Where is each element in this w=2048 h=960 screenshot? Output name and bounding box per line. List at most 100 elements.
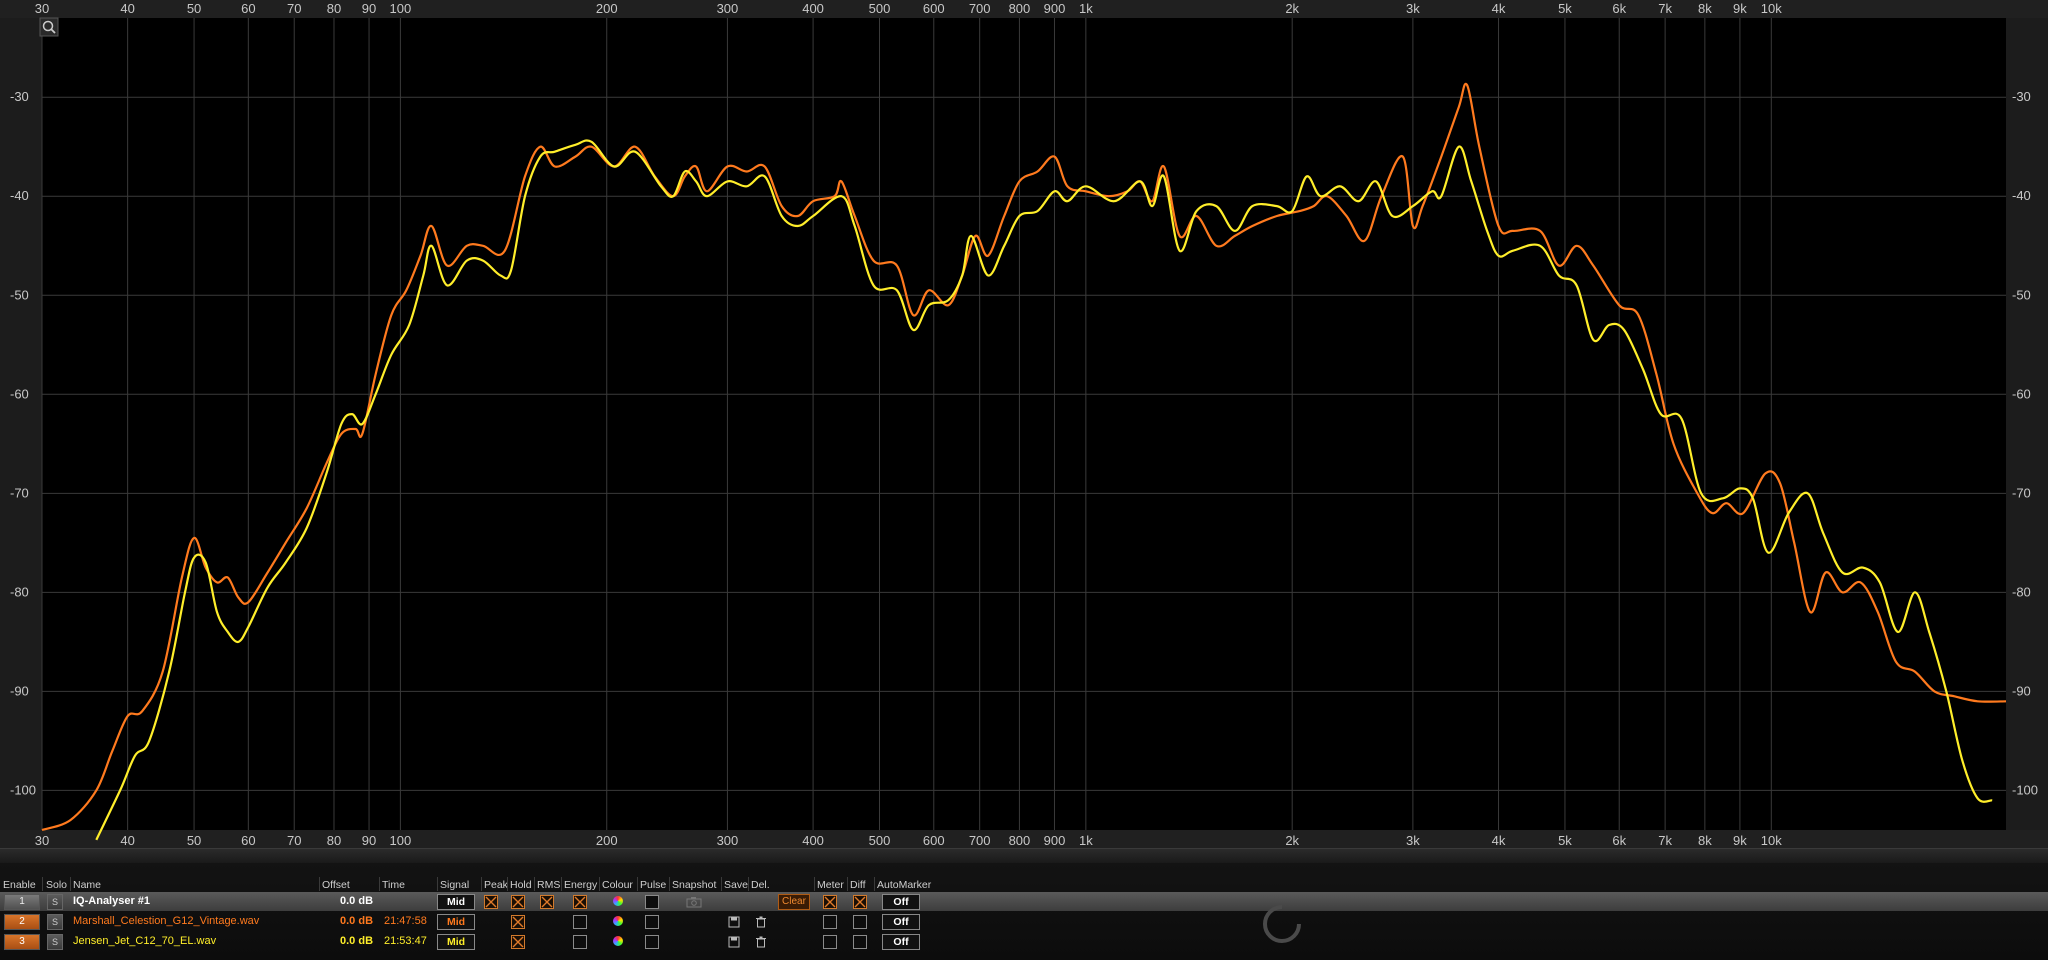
x-tick-label-bottom: 8k <box>1698 833 1712 848</box>
track-name[interactable]: Marshall_Celestion_G12_Vintage.wav <box>73 912 259 931</box>
camera-icon[interactable] <box>686 895 702 908</box>
automarker-button[interactable]: Off <box>882 934 920 950</box>
header-divider <box>637 877 638 891</box>
header-hold: Hold <box>510 879 532 891</box>
header-divider <box>561 877 562 891</box>
colour-picker-icon[interactable] <box>613 896 623 906</box>
header-meter: Meter <box>817 879 844 891</box>
plot-area <box>42 18 2006 830</box>
header-automarker: AutoMarker <box>877 879 932 891</box>
track-name[interactable]: Jensen_Jet_C12_70_EL.wav <box>73 932 216 951</box>
x-tick-label-bottom: 30 <box>35 833 49 848</box>
header-divider <box>847 877 848 891</box>
left-axis-bar <box>0 18 42 830</box>
x-tick-label-bottom: 9k <box>1733 833 1747 848</box>
diff-checkbox[interactable] <box>853 895 867 909</box>
track-row-1[interactable]: 1 S IQ-Analyser #1 0.0 dB Mid Clear Off <box>0 892 2048 911</box>
x-tick-label-bottom: 2k <box>1285 833 1299 848</box>
track-row-3[interactable]: 3 S Jensen_Jet_C12_70_EL.wav 0.0 dB 21:5… <box>0 932 2048 951</box>
header-divider <box>669 877 670 891</box>
energy-checkbox[interactable] <box>573 915 587 929</box>
x-tick-label-bottom: 80 <box>327 833 341 848</box>
x-tick-label-bottom: 800 <box>1009 833 1031 848</box>
header-diff: Diff <box>850 879 866 891</box>
x-tick-label-top: 9k <box>1733 1 1747 16</box>
peak-checkbox[interactable] <box>484 895 498 909</box>
offset-value[interactable]: 0.0 dB <box>340 892 373 911</box>
energy-checkbox[interactable] <box>573 935 587 949</box>
x-tick-label-bottom: 6k <box>1612 833 1626 848</box>
hold-checkbox[interactable] <box>511 935 525 949</box>
header-divider <box>507 877 508 891</box>
panel-scroll-strip[interactable] <box>0 848 2048 863</box>
enable-button[interactable]: 3 <box>4 934 40 950</box>
header-energy: Energy <box>564 879 598 891</box>
x-tick-label-top: 90 <box>362 1 376 16</box>
x-tick-label-top: 1k <box>1079 1 1093 16</box>
hold-checkbox[interactable] <box>511 915 525 929</box>
hold-checkbox[interactable] <box>511 895 525 909</box>
automarker-button[interactable]: Off <box>882 914 920 930</box>
header-divider <box>70 877 71 891</box>
diff-checkbox[interactable] <box>853 915 867 929</box>
enable-button[interactable]: 1 <box>4 894 40 910</box>
time-value: 21:53:47 <box>384 935 427 947</box>
x-tick-label-bottom: 7k <box>1658 833 1672 848</box>
meter-checkbox[interactable] <box>823 895 837 909</box>
meter-checkbox[interactable] <box>823 915 837 929</box>
right-axis-bar <box>2006 18 2048 830</box>
x-tick-label-bottom: 400 <box>802 833 824 848</box>
colour-picker-icon[interactable] <box>613 916 623 926</box>
pulse-checkbox[interactable] <box>645 915 659 929</box>
energy-checkbox[interactable] <box>573 895 587 909</box>
trash-icon[interactable] <box>755 935 767 948</box>
y-tick-label-left: -100 <box>10 782 36 797</box>
x-tick-label-top: 700 <box>969 1 991 16</box>
pulse-checkbox[interactable] <box>645 895 659 909</box>
meter-checkbox[interactable] <box>823 935 837 949</box>
x-tick-label-top: 500 <box>869 1 891 16</box>
y-tick-label-right: -100 <box>2012 782 2038 797</box>
offset-value[interactable]: 0.0 dB <box>340 912 373 931</box>
x-tick-label-bottom: 10k <box>1761 833 1782 848</box>
x-tick-label-top: 40 <box>120 1 134 16</box>
save-icon[interactable] <box>728 935 740 948</box>
track-name[interactable]: IQ-Analyser #1 <box>73 892 150 911</box>
zoom-icon[interactable] <box>39 17 59 37</box>
x-tick-label-bottom: 1k <box>1079 833 1093 848</box>
solo-button[interactable]: S <box>47 914 63 930</box>
x-tick-label-top: 4k <box>1492 1 1506 16</box>
track-row-2[interactable]: 2 S Marshall_Celestion_G12_Vintage.wav 0… <box>0 912 2048 931</box>
enable-button[interactable]: 2 <box>4 914 40 930</box>
pulse-checkbox[interactable] <box>645 935 659 949</box>
automarker-button[interactable]: Off <box>882 894 920 910</box>
signal-select[interactable]: Mid <box>437 894 475 910</box>
signal-select[interactable]: Mid <box>437 914 475 930</box>
save-icon[interactable] <box>728 915 740 928</box>
x-tick-label-top: 3k <box>1406 1 1420 16</box>
x-tick-label-top: 2k <box>1285 1 1299 16</box>
solo-button[interactable]: S <box>47 934 63 950</box>
rms-checkbox[interactable] <box>540 895 554 909</box>
solo-button[interactable]: S <box>47 894 63 910</box>
colour-picker-icon[interactable] <box>613 936 623 946</box>
y-tick-label-left: -90 <box>10 683 29 698</box>
x-tick-label-bottom: 90 <box>362 833 376 848</box>
x-tick-label-top: 10k <box>1761 1 1782 16</box>
x-tick-label-top: 8k <box>1698 1 1712 16</box>
header-solo: Solo <box>46 879 68 891</box>
x-tick-label-top: 900 <box>1044 1 1066 16</box>
y-tick-label-right: -30 <box>2012 89 2031 104</box>
header-divider <box>481 877 482 891</box>
trash-icon[interactable] <box>755 915 767 928</box>
signal-select[interactable]: Mid <box>437 934 475 950</box>
x-tick-label-bottom: 900 <box>1044 833 1066 848</box>
offset-value[interactable]: 0.0 dB <box>340 932 373 951</box>
header-divider <box>748 877 749 891</box>
x-tick-label-top: 800 <box>1009 1 1031 16</box>
spectrum-chart[interactable]: 30 30 40 40 50 50 60 60 70 70 80 80 90 90 100 100 200 200… <box>0 0 2048 848</box>
x-tick-label-bottom: 4k <box>1492 833 1506 848</box>
header-divider <box>721 877 722 891</box>
clear-button[interactable]: Clear <box>778 894 810 910</box>
diff-checkbox[interactable] <box>853 935 867 949</box>
